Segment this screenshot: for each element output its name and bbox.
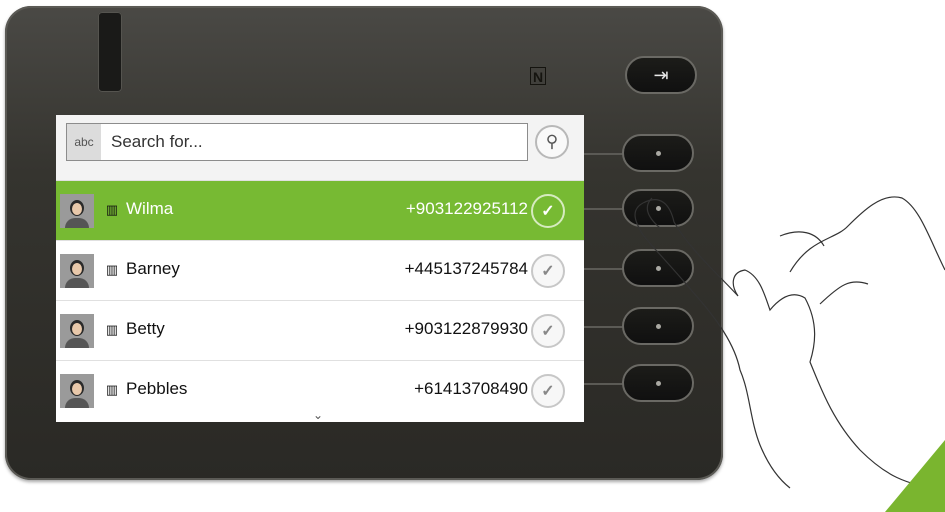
contact-name: Pebbles xyxy=(126,379,188,398)
search-input[interactable] xyxy=(101,131,513,153)
contact-number: +61413708490 xyxy=(414,379,528,398)
contact-row[interactable]: ▥ Betty +903122879930 ✓ xyxy=(56,300,584,360)
avatar xyxy=(60,314,94,348)
checkmark-icon[interactable]: ✓ xyxy=(531,194,565,228)
search-row: abc ⚲ xyxy=(56,115,584,180)
contact-name: Wilma xyxy=(126,199,174,218)
building-icon: ▥ xyxy=(105,382,119,397)
contact-row[interactable]: ▥ Barney +445137245784 ✓ xyxy=(56,240,584,300)
chevron-down-icon[interactable]: ⌄ xyxy=(313,408,323,422)
logout-arrow-icon: ⇥ xyxy=(653,64,669,85)
magnifier-icon: ⚲ xyxy=(545,132,559,151)
contact-number: +903122879930 xyxy=(404,319,528,338)
search-box[interactable]: abc xyxy=(66,123,528,161)
contact-number: +903122925112 xyxy=(405,199,528,218)
accent-corner xyxy=(885,440,945,512)
contact-name: Betty xyxy=(126,319,165,338)
button-connector xyxy=(584,153,626,155)
checkmark-icon[interactable]: ✓ xyxy=(531,314,565,348)
contact-number: +445137245784 xyxy=(404,259,528,278)
abc-badge: abc xyxy=(67,124,101,160)
phone-screen: abc ⚲ ▥ Wilma +903122925112 ✓ ▥ Barney +… xyxy=(56,115,584,422)
nfc-icon: N xyxy=(530,67,546,85)
avatar xyxy=(60,374,94,408)
building-icon: ▥ xyxy=(105,262,119,277)
contact-row[interactable]: ▥ Wilma +903122925112 ✓ xyxy=(56,180,584,240)
search-button[interactable]: ⚲ xyxy=(535,125,569,159)
handset-slot xyxy=(98,12,122,92)
avatar xyxy=(60,254,94,288)
logout-button[interactable]: ⇥ xyxy=(625,56,697,94)
checkmark-icon[interactable]: ✓ xyxy=(531,254,565,288)
line-key-1[interactable] xyxy=(622,134,694,172)
building-icon: ▥ xyxy=(105,322,119,337)
checkmark-icon[interactable]: ✓ xyxy=(531,374,565,408)
contact-name: Barney xyxy=(126,259,180,278)
building-icon: ▥ xyxy=(105,202,119,217)
avatar xyxy=(60,194,94,228)
